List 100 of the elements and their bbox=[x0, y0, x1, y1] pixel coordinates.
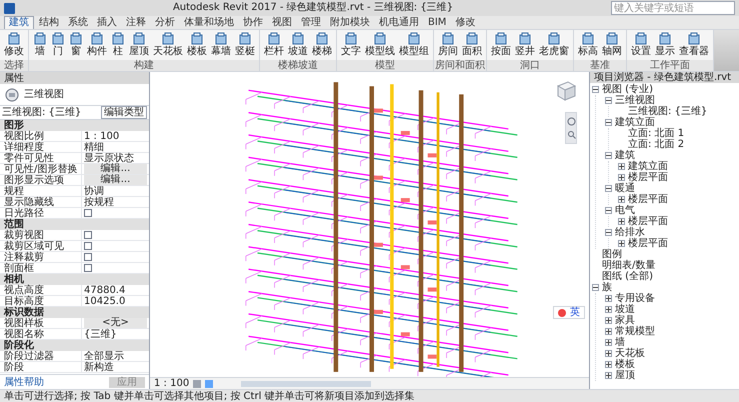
tree-item[interactable]: 专用设备 bbox=[615, 293, 655, 304]
tree-item[interactable]: 暖通 bbox=[615, 183, 635, 194]
expand-toggle[interactable] bbox=[605, 361, 612, 368]
tree-item[interactable]: 明细表/数量 bbox=[602, 260, 656, 271]
tree-item[interactable]: 视图 (专业) bbox=[602, 84, 653, 95]
tree-item[interactable]: 立面: 北面 1 bbox=[628, 128, 684, 139]
ribbon-tab[interactable]: 系统 bbox=[64, 16, 92, 29]
tree-item[interactable]: 楼层平面 bbox=[628, 216, 668, 227]
expand-toggle[interactable] bbox=[618, 218, 625, 225]
expand-toggle[interactable] bbox=[618, 240, 625, 247]
property-edit-button[interactable]: 编辑... bbox=[84, 164, 147, 174]
section-header[interactable]: 图形 bbox=[4, 120, 24, 131]
tree-item[interactable]: 图例 bbox=[602, 249, 622, 260]
ribbon-tab[interactable]: 体量和场地 bbox=[180, 16, 238, 29]
edit-type-button[interactable]: 编辑类型 bbox=[101, 106, 147, 119]
tree-item[interactable]: 给排水 bbox=[615, 227, 645, 238]
tree-item[interactable]: 族 bbox=[602, 282, 612, 293]
ribbon-button[interactable]: 模型线 bbox=[363, 30, 397, 60]
section-header[interactable]: 相机 bbox=[4, 274, 24, 285]
tree-item[interactable]: 常规模型 bbox=[615, 326, 655, 337]
help-link[interactable]: 属性帮助 bbox=[4, 376, 44, 388]
expand-toggle[interactable] bbox=[605, 229, 612, 236]
expand-toggle[interactable] bbox=[605, 339, 612, 346]
expand-toggle[interactable] bbox=[605, 119, 612, 126]
ribbon-button[interactable]: 楼梯 bbox=[310, 30, 334, 60]
tree-item[interactable]: 天花板 bbox=[615, 348, 645, 359]
expand-toggle[interactable] bbox=[592, 86, 599, 93]
expand-toggle[interactable] bbox=[605, 328, 612, 335]
tree-item[interactable]: 立面: 北面 2 bbox=[628, 139, 684, 150]
ribbon-tab[interactable]: 视图 bbox=[268, 16, 296, 29]
ribbon-button[interactable]: 按面 bbox=[489, 30, 513, 60]
expand-toggle[interactable] bbox=[592, 284, 599, 291]
tree-item[interactable]: 楼板 bbox=[615, 359, 635, 370]
ribbon-button[interactable]: 老虎窗 bbox=[537, 30, 571, 60]
checkbox[interactable] bbox=[84, 253, 92, 261]
ribbon-tab[interactable]: 修改 bbox=[451, 16, 480, 29]
expand-toggle[interactable] bbox=[605, 295, 612, 302]
ribbon-tab[interactable]: 结构 bbox=[35, 16, 63, 29]
expand-toggle[interactable] bbox=[605, 97, 612, 104]
property-edit-button[interactable]: <无> bbox=[84, 318, 147, 328]
ribbon-tab[interactable]: 分析 bbox=[151, 16, 179, 29]
expand-toggle[interactable] bbox=[618, 163, 625, 170]
ribbon-button[interactable]: 幕墙 bbox=[209, 30, 233, 60]
tree-item[interactable]: 三维视图 bbox=[615, 95, 655, 106]
ribbon-button[interactable]: 显示 bbox=[653, 30, 677, 60]
ribbon-button[interactable]: 轴网 bbox=[600, 30, 624, 60]
ribbon-button[interactable]: 楼板 bbox=[185, 30, 209, 60]
expand-toggle[interactable] bbox=[605, 372, 612, 379]
ribbon-button[interactable]: 设置 bbox=[629, 30, 653, 60]
tree-item[interactable]: 坡道 bbox=[615, 304, 635, 315]
checkbox[interactable] bbox=[84, 231, 92, 239]
ribbon-button[interactable]: 门 bbox=[49, 30, 67, 60]
expand-toggle[interactable] bbox=[605, 306, 612, 313]
ribbon-button[interactable]: 查看器 bbox=[677, 30, 711, 60]
section-header[interactable]: 范围 bbox=[4, 219, 24, 230]
ime-mode-label[interactable]: 英 bbox=[570, 307, 580, 318]
scrollbar[interactable] bbox=[241, 380, 372, 386]
tree-item[interactable]: 家具 bbox=[615, 315, 635, 326]
tree-item[interactable]: 建筑 bbox=[615, 150, 635, 161]
expand-toggle[interactable] bbox=[618, 174, 625, 181]
ribbon-button[interactable]: 修改 bbox=[2, 30, 26, 60]
ribbon-button[interactable]: 标高 bbox=[576, 30, 600, 60]
ribbon-button[interactable]: 构件 bbox=[85, 30, 109, 60]
app-logo-icon[interactable] bbox=[4, 2, 15, 14]
tree-item[interactable]: 屋顶 bbox=[615, 370, 635, 381]
ribbon-button[interactable]: 竖井 bbox=[513, 30, 537, 60]
tree-item[interactable]: 墙 bbox=[615, 337, 625, 348]
ribbon-tab[interactable]: 附加模块 bbox=[326, 16, 374, 29]
ribbon-button[interactable]: 墙 bbox=[31, 30, 49, 60]
checkbox[interactable] bbox=[84, 242, 92, 250]
search-field[interactable]: 键入关键字或短语 bbox=[611, 1, 736, 15]
expand-toggle[interactable] bbox=[605, 317, 612, 324]
tree-item[interactable]: 楼层平面 bbox=[628, 238, 668, 249]
ribbon-button[interactable]: 模型组 bbox=[397, 30, 431, 60]
expand-toggle[interactable] bbox=[605, 185, 612, 192]
ribbon-tab[interactable]: 注释 bbox=[122, 16, 150, 29]
checkbox[interactable] bbox=[84, 209, 92, 217]
tree-item[interactable]: 楼层平面 bbox=[628, 194, 668, 205]
property-edit-button[interactable]: 编辑... bbox=[84, 175, 147, 185]
ribbon-button[interactable]: 文字 bbox=[339, 30, 363, 60]
expand-toggle[interactable] bbox=[605, 152, 612, 159]
ribbon-button[interactable]: 屋顶 bbox=[127, 30, 151, 60]
expand-toggle[interactable] bbox=[605, 350, 612, 357]
tree-item[interactable]: 建筑立面 bbox=[615, 117, 655, 128]
ribbon-tab[interactable]: 插入 bbox=[93, 16, 121, 29]
zoom-icon[interactable] bbox=[566, 130, 576, 139]
ribbon-button[interactable]: 天花板 bbox=[151, 30, 185, 60]
ribbon-tab[interactable]: BIM bbox=[424, 16, 450, 29]
ribbon-tab[interactable]: 管理 bbox=[297, 16, 325, 29]
view-scale[interactable]: 1 : 100 bbox=[154, 378, 190, 389]
expand-toggle[interactable] bbox=[618, 196, 625, 203]
ribbon-button[interactable]: 坡道 bbox=[286, 30, 310, 60]
ribbon-button[interactable]: 栏杆 bbox=[262, 30, 286, 60]
ribbon-tab[interactable]: 协作 bbox=[239, 16, 267, 29]
ribbon-button[interactable]: 房间 bbox=[436, 30, 460, 60]
tree-item[interactable]: 图纸 (全部) bbox=[602, 271, 653, 282]
ribbon-button[interactable]: 竖梃 bbox=[233, 30, 257, 60]
ribbon-tab[interactable]: 机电通用 bbox=[375, 16, 423, 29]
tree-item[interactable]: 楼层平面 bbox=[628, 172, 668, 183]
type-selector[interactable]: 三维视图: {三维} bbox=[2, 107, 97, 118]
